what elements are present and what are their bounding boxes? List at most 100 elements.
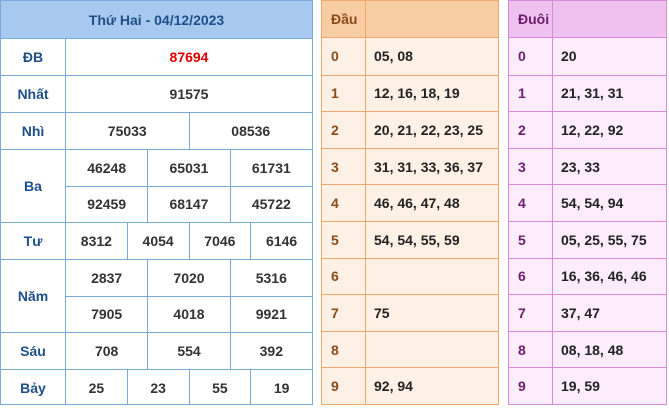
duoi-row: 8 08, 18, 48 bbox=[509, 330, 666, 368]
prize-number: 7046 bbox=[188, 223, 251, 259]
dau-digit: 5 bbox=[322, 222, 366, 258]
prize-number: 708 bbox=[94, 343, 119, 359]
duoi-digit: 3 bbox=[509, 148, 553, 185]
dau-row: 2 20, 21, 22, 23, 25 bbox=[322, 111, 498, 148]
duoi-numbers: 12, 22, 92 bbox=[561, 122, 624, 139]
prize-row: Năm 2837 7020 5316 7905 4018 9921 bbox=[1, 260, 312, 333]
duoi-table-body: 0 20 1 21, 31, 31 2 12, 22, 92 3 23, 33 4 54, 54,… bbox=[509, 38, 666, 404]
duoi-digit: 9 bbox=[509, 368, 553, 404]
dau-numbers: 20, 21, 22, 23, 25 bbox=[374, 122, 483, 139]
dau-numbers: 46, 46, 47, 48 bbox=[374, 195, 460, 212]
dau-numbers: 31, 31, 33, 36, 37 bbox=[374, 158, 483, 175]
dau-digit: 4 bbox=[322, 185, 366, 222]
special-prize-number: 87694 bbox=[169, 49, 209, 65]
dau-row: 0 05, 08 bbox=[322, 38, 498, 75]
prize-line: 2837 7020 5316 bbox=[66, 260, 312, 296]
prize-row: ĐB 87694 bbox=[1, 39, 312, 76]
duoi-numbers: 08, 18, 48 bbox=[561, 341, 624, 358]
prize-number: 25 bbox=[88, 379, 105, 396]
prize-number: 554 bbox=[147, 333, 229, 369]
prize-number: 4054 bbox=[126, 223, 189, 259]
dau-row: 5 54, 54, 55, 59 bbox=[322, 221, 498, 258]
prize-number: 91575 bbox=[169, 86, 209, 102]
dau-table: Đầu 0 05, 08 1 12, 16, 18, 19 2 20, 21, 22, 2… bbox=[321, 0, 499, 405]
prize-label: Nhì bbox=[1, 113, 66, 149]
prize-number: 392 bbox=[229, 333, 312, 369]
prize-row: Nhất 91575 bbox=[1, 76, 312, 113]
dau-numbers bbox=[366, 259, 498, 295]
prize-line: 25 23 55 19 bbox=[66, 370, 312, 405]
prize-values: 46248 65031 61731 92459 68147 45722 bbox=[66, 150, 312, 222]
prize-number: 19 bbox=[250, 370, 312, 405]
duoi-digit: 7 bbox=[509, 295, 553, 331]
duoi-numbers: 05, 25, 55, 75 bbox=[561, 231, 647, 248]
dau-digit: 7 bbox=[322, 295, 366, 331]
prize-number: 55 bbox=[188, 370, 251, 405]
duoi-table-header: Đuôi bbox=[509, 1, 666, 39]
dau-header-label: Đầu bbox=[322, 1, 366, 38]
duoi-digit: 2 bbox=[509, 112, 553, 148]
duoi-row: 1 21, 31, 31 bbox=[509, 74, 666, 112]
prize-number: 68147 bbox=[147, 186, 229, 222]
duoi-digit: 4 bbox=[509, 185, 553, 222]
duoi-digit: 1 bbox=[509, 75, 553, 112]
dau-digit: 6 bbox=[322, 258, 366, 295]
duoi-header-label: Đuôi bbox=[509, 1, 553, 38]
prize-line: 7905 4018 9921 bbox=[66, 295, 312, 332]
prize-table-header: Thứ Hai - 04/12/2023 bbox=[1, 1, 312, 39]
dau-row: 1 12, 16, 18, 19 bbox=[322, 74, 498, 112]
duoi-numbers: 54, 54, 94 bbox=[561, 195, 624, 212]
duoi-row: 7 37, 47 bbox=[509, 294, 666, 331]
dau-digit: 3 bbox=[322, 148, 366, 185]
duoi-numbers: 37, 47 bbox=[561, 305, 600, 322]
duoi-row: 0 20 bbox=[509, 38, 666, 75]
dau-digit: 8 bbox=[322, 331, 366, 368]
duoi-numbers: 20 bbox=[561, 48, 577, 65]
prize-number: 23 bbox=[126, 370, 189, 405]
duoi-digit: 8 bbox=[509, 331, 553, 368]
prize-values: 708 554 392 bbox=[66, 333, 312, 369]
prize-table-body: ĐB 87694 Nhất 91575 Nhì 75033 08536 Ba 46248 6503… bbox=[1, 39, 312, 405]
duoi-digit: 0 bbox=[509, 38, 553, 75]
dau-numbers: 05, 08 bbox=[374, 48, 413, 65]
duoi-row: 2 12, 22, 92 bbox=[509, 111, 666, 148]
prize-label: Ba bbox=[1, 150, 66, 222]
prize-label: Tư bbox=[1, 223, 66, 259]
prize-values: 91575 bbox=[66, 76, 312, 112]
prize-label: ĐB bbox=[1, 39, 66, 75]
prize-row: Bảy 25 23 55 19 bbox=[1, 370, 312, 405]
prize-label: Bảy bbox=[1, 370, 66, 405]
duoi-numbers: 16, 36, 46, 46 bbox=[561, 268, 647, 285]
prize-line: 91575 bbox=[66, 76, 312, 112]
prize-number: 65031 bbox=[147, 150, 229, 186]
prize-line: 708 554 392 bbox=[66, 333, 312, 369]
prize-values: 25 23 55 19 bbox=[66, 370, 312, 405]
duoi-row: 9 19, 59 bbox=[509, 367, 666, 404]
prize-number: 7905 bbox=[91, 306, 123, 323]
prize-values: 2837 7020 5316 7905 4018 9921 bbox=[66, 260, 312, 332]
dau-digit: 1 bbox=[322, 75, 366, 112]
prize-line: 92459 68147 45722 bbox=[66, 185, 312, 222]
dau-digit: 0 bbox=[322, 38, 366, 75]
dau-numbers: 75 bbox=[374, 305, 390, 322]
prize-number: 2837 bbox=[91, 269, 123, 286]
prize-table: Thứ Hai - 04/12/2023 ĐB 87694 Nhất 91575 Nhì… bbox=[0, 0, 313, 405]
prize-number: 45722 bbox=[229, 186, 312, 222]
dau-row: 7 75 bbox=[322, 294, 498, 331]
dau-digit: 9 bbox=[322, 368, 366, 404]
dau-row: 4 46, 46, 47, 48 bbox=[322, 184, 498, 222]
duoi-table: Đuôi 0 20 1 21, 31, 31 2 12, 22, 92 3 23, 33 4 54… bbox=[508, 0, 667, 405]
prize-number: 5316 bbox=[229, 260, 312, 296]
duoi-digit: 6 bbox=[509, 258, 553, 295]
duoi-digit: 5 bbox=[509, 222, 553, 258]
prize-number: 4018 bbox=[147, 296, 229, 332]
duoi-numbers: 23, 33 bbox=[561, 158, 600, 175]
prize-line: 46248 65031 61731 bbox=[66, 150, 312, 186]
dau-row: 6 bbox=[322, 257, 498, 295]
prize-number: 8312 bbox=[80, 233, 112, 249]
prize-row: Nhì 75033 08536 bbox=[1, 113, 312, 150]
prize-row: Tư 8312 4054 7046 6146 bbox=[1, 223, 312, 260]
prize-values: 75033 08536 bbox=[66, 113, 312, 149]
dau-row: 8 bbox=[322, 330, 498, 368]
dau-row: 9 92, 94 bbox=[322, 367, 498, 404]
